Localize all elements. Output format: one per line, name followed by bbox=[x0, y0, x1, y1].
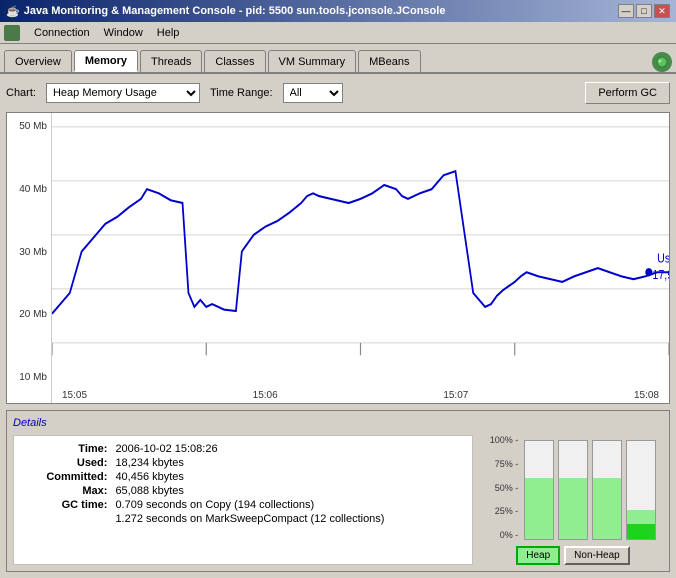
x-label-1505: 15:05 bbox=[62, 390, 87, 401]
tab-classes[interactable]: Classes bbox=[204, 50, 265, 72]
details-panel: Details Time: 2006-10-02 15:08:26 Used: … bbox=[6, 410, 670, 572]
details-inner: Time: 2006-10-02 15:08:26 Used: 18,234 k… bbox=[13, 435, 663, 565]
perform-gc-button[interactable]: Perform GC bbox=[585, 82, 670, 104]
app-logo-icon bbox=[4, 25, 20, 41]
detail-value-max: 65,088 kbytes bbox=[111, 484, 462, 498]
bars-container bbox=[524, 435, 656, 540]
menu-item-window[interactable]: Window bbox=[98, 25, 149, 41]
tab-bar: Overview Memory Threads Classes VM Summa… bbox=[0, 44, 676, 74]
bar-4 bbox=[626, 440, 656, 540]
tab-memory[interactable]: Memory bbox=[74, 50, 138, 72]
time-range-label: Time Range: bbox=[210, 87, 273, 99]
table-row: GC time: 0.709 seconds on Copy (194 coll… bbox=[24, 498, 462, 512]
table-row: Committed: 40,456 kbytes bbox=[24, 470, 462, 484]
title-bar-controls: — □ ✕ bbox=[618, 4, 670, 18]
bar-2 bbox=[558, 440, 588, 540]
title-bar: ☕ Java Monitoring & Management Console -… bbox=[0, 0, 676, 22]
detail-label-gctime: GC time: bbox=[24, 498, 111, 512]
table-row: 1.272 seconds on MarkSweepCompact (12 co… bbox=[24, 512, 462, 526]
detail-value-gctime2: 1.272 seconds on MarkSweepCompact (12 co… bbox=[111, 512, 462, 526]
x-label-1508: 15:08 bbox=[634, 390, 659, 401]
details-left: Time: 2006-10-02 15:08:26 Used: 18,234 k… bbox=[13, 435, 473, 565]
maximize-button[interactable]: □ bbox=[636, 4, 652, 18]
chart-y-axis: 50 Mb 40 Mb 30 Mb 20 Mb 10 Mb bbox=[7, 113, 52, 403]
non-heap-button[interactable]: Non-Heap bbox=[564, 546, 630, 565]
app-icon: ☕ bbox=[6, 5, 20, 18]
y-label-30mb: 30 Mb bbox=[19, 247, 47, 258]
chart-svg: Used 17,909,624 bbox=[52, 113, 669, 383]
detail-value-time: 2006-10-02 15:08:26 bbox=[111, 442, 462, 456]
tab-vm-summary[interactable]: VM Summary bbox=[268, 50, 357, 72]
detail-label-empty bbox=[24, 512, 111, 526]
detail-value-gctime1: 0.709 seconds on Copy (194 collections) bbox=[111, 498, 462, 512]
details-title: Details bbox=[13, 417, 663, 429]
tab-overview[interactable]: Overview bbox=[4, 50, 72, 72]
y-label-40mb: 40 Mb bbox=[19, 184, 47, 195]
close-button[interactable]: ✕ bbox=[654, 4, 670, 18]
svg-text:Used: Used bbox=[657, 252, 669, 266]
bar-y-75: 75% - bbox=[490, 459, 519, 469]
tab-threads[interactable]: Threads bbox=[140, 50, 202, 72]
title-bar-left: ☕ Java Monitoring & Management Console -… bbox=[6, 5, 445, 18]
y-label-10mb: 10 Mb bbox=[19, 372, 47, 383]
chart-container: 50 Mb 40 Mb 30 Mb 20 Mb 10 Mb bbox=[6, 112, 670, 404]
status-icon bbox=[652, 52, 672, 72]
detail-value-committed: 40,456 kbytes bbox=[111, 470, 462, 484]
detail-label-max: Max: bbox=[24, 484, 111, 498]
table-row: Time: 2006-10-02 15:08:26 bbox=[24, 442, 462, 456]
detail-label-time: Time: bbox=[24, 442, 111, 456]
bar-y-100: 100% - bbox=[490, 435, 519, 445]
svg-text:17,909,624: 17,909,624 bbox=[652, 268, 669, 282]
chart-select[interactable]: Heap Memory Usage Non-Heap Memory Usage bbox=[46, 83, 200, 103]
main-content: Chart: Heap Memory Usage Non-Heap Memory… bbox=[0, 74, 676, 578]
bar-3 bbox=[592, 440, 622, 540]
detail-value-used: 18,234 kbytes bbox=[111, 456, 462, 470]
bar-y-0: 0% - bbox=[490, 530, 519, 540]
x-label-1507: 15:07 bbox=[443, 390, 468, 401]
chart-label: Chart: bbox=[6, 87, 36, 99]
detail-label-used: Used: bbox=[24, 456, 111, 470]
bar-chart-area: 100% - 75% - 50% - 25% - 0% - bbox=[490, 435, 657, 540]
bar-y-25: 25% - bbox=[490, 506, 519, 516]
table-row: Used: 18,234 kbytes bbox=[24, 456, 462, 470]
chart-main: Used 17,909,624 15:05 15:06 15:07 15:08 bbox=[52, 113, 669, 403]
menu-bar: Connection Window Help bbox=[0, 22, 676, 44]
bar-y-50: 50% - bbox=[490, 483, 519, 493]
menu-item-help[interactable]: Help bbox=[151, 25, 186, 41]
details-right: 100% - 75% - 50% - 25% - 0% - bbox=[483, 435, 663, 565]
details-table: Time: 2006-10-02 15:08:26 Used: 18,234 k… bbox=[24, 442, 462, 526]
tab-mbeans[interactable]: MBeans bbox=[358, 50, 420, 72]
toolbar-row: Chart: Heap Memory Usage Non-Heap Memory… bbox=[6, 80, 670, 106]
bar-btn-row: Heap Non-Heap bbox=[516, 546, 630, 565]
bar-y-axis: 100% - 75% - 50% - 25% - 0% - bbox=[490, 435, 521, 540]
x-label-1506: 15:06 bbox=[253, 390, 278, 401]
y-label-20mb: 20 Mb bbox=[19, 309, 47, 320]
detail-label-committed: Committed: bbox=[24, 470, 111, 484]
menu-item-connection[interactable]: Connection bbox=[28, 25, 96, 41]
chart-x-labels: 15:05 15:06 15:07 15:08 bbox=[52, 390, 669, 401]
minimize-button[interactable]: — bbox=[618, 4, 634, 18]
heap-button[interactable]: Heap bbox=[516, 546, 560, 565]
table-row: Max: 65,088 kbytes bbox=[24, 484, 462, 498]
y-label-50mb: 50 Mb bbox=[19, 121, 47, 132]
time-range-select[interactable]: All 1 min 5 min 10 min bbox=[283, 83, 343, 103]
window-title: Java Monitoring & Management Console - p… bbox=[24, 5, 446, 17]
bar-1 bbox=[524, 440, 554, 540]
